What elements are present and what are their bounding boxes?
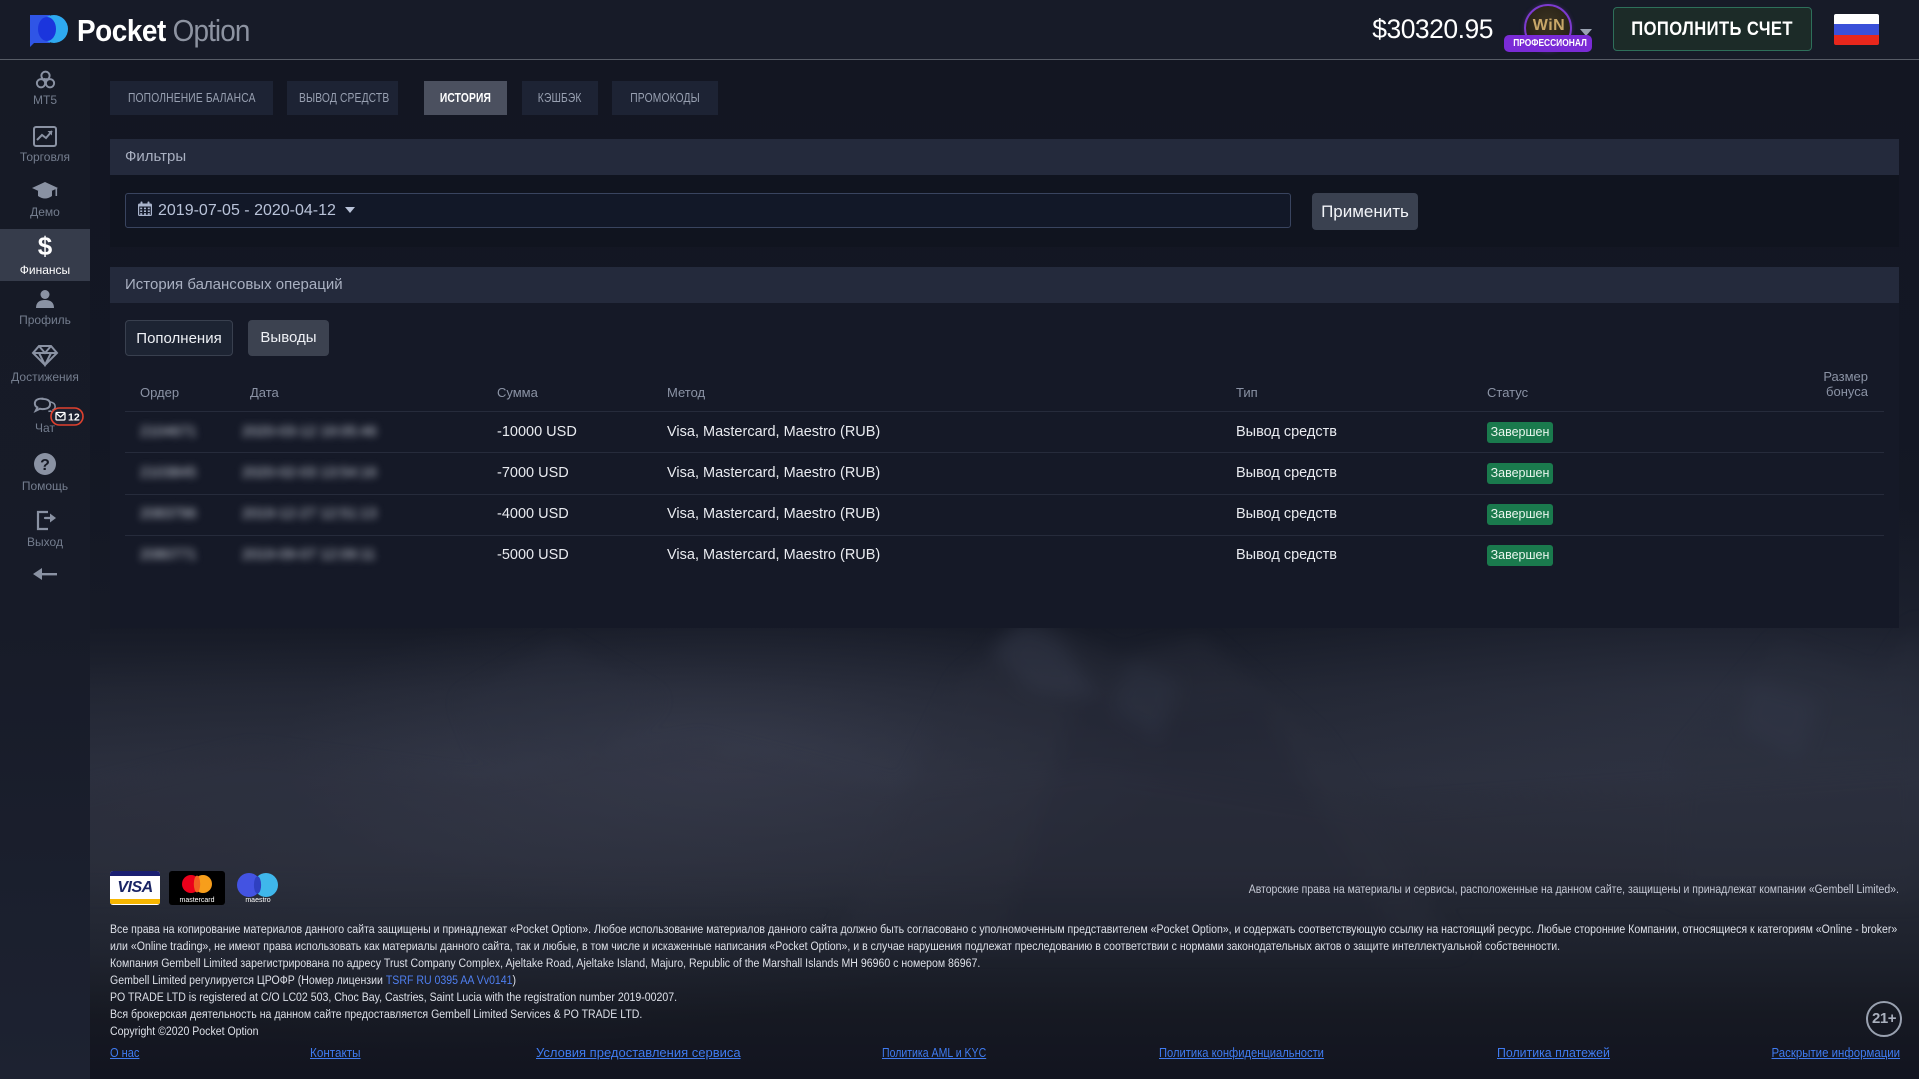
- svg-text:?: ?: [40, 457, 50, 474]
- svg-text:12: 12: [68, 412, 80, 424]
- svg-text:5: 5: [43, 78, 47, 85]
- svg-text:$: $: [38, 233, 53, 260]
